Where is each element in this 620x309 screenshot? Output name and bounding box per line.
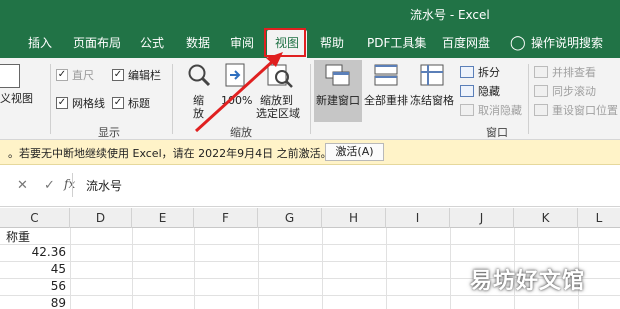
annotation-overlay [194, 28, 306, 133]
view-tab-highlight [264, 28, 306, 57]
red-arrow-shaft [194, 59, 275, 133]
